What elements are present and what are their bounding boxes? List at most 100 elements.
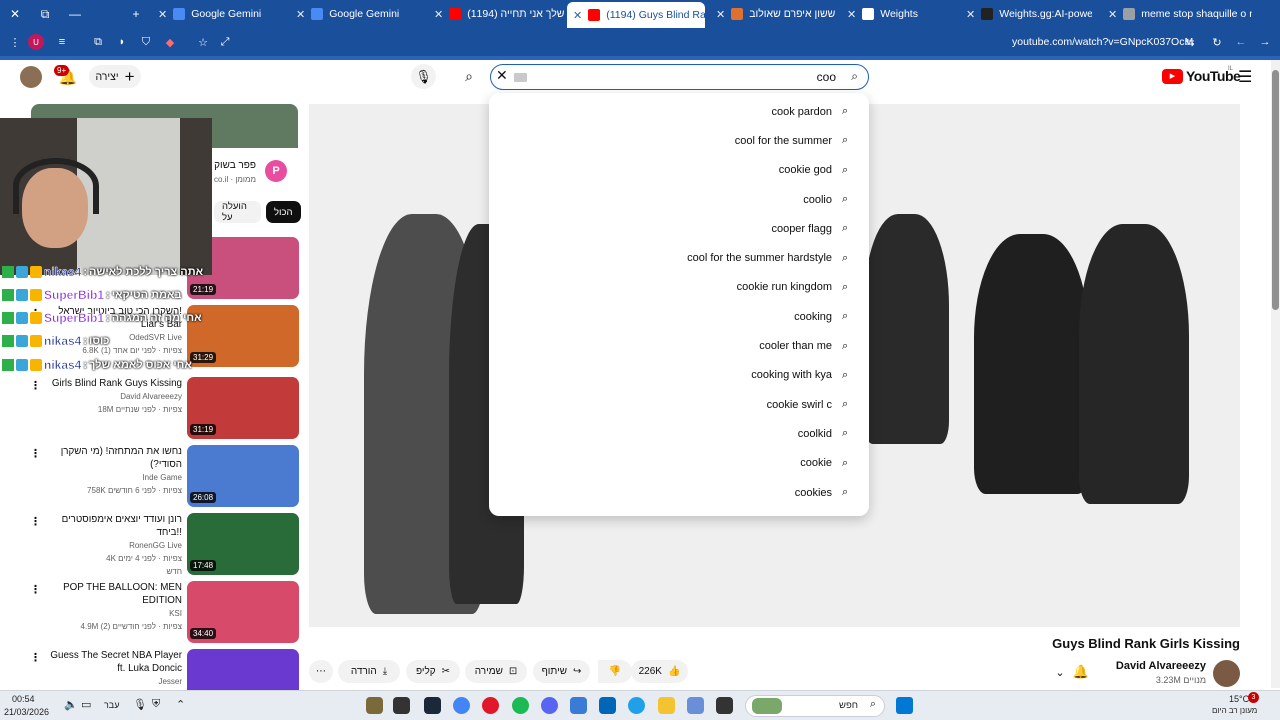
start-windows-icon[interactable] [896, 697, 913, 714]
browser-tab[interactable]: ✕ (1194) Guys Blind Rank G [567, 2, 705, 28]
related-video-item[interactable]: 26:08 ⋮ נחשו את המתחזה! (מי השקרן הסודי?) I… [0, 445, 300, 507]
share-button[interactable]: שיתוף ↪ [533, 660, 590, 683]
maximize-window-icon[interactable]: ⧉ [30, 0, 60, 28]
related-video-title[interactable]: רונן ועודד יוצאים אימפוסטרים ביחד!! [40, 513, 182, 539]
browser-tab[interactable]: ✕ Weights [841, 3, 945, 25]
related-video-item[interactable]: 34:40 ⋮ POP THE BALLOON: MEN EDITION KSI 4.9… [0, 581, 300, 643]
search-input[interactable]: ✕ coo ⌕ [490, 64, 869, 90]
steam-icon[interactable] [424, 697, 441, 714]
close-tab-icon[interactable]: ✕ [573, 9, 582, 22]
discord-icon[interactable] [541, 697, 558, 714]
close-tab-icon[interactable]: ✕ [158, 8, 167, 21]
search-suggestion[interactable]: cool for the summer hardstyle ⌕ [489, 243, 869, 272]
search-suggestion[interactable]: cooking ⌕ [489, 302, 869, 331]
taskbar-search[interactable]: חפש ⌕ [745, 695, 885, 717]
url-text[interactable]: youtube.com/watch?v=GNpcK037OcM [1012, 36, 1193, 48]
close-window-icon[interactable]: ✕ [0, 0, 30, 28]
chrome-icon[interactable] [453, 697, 470, 714]
search-suggestion[interactable]: cookie god ⌕ [489, 156, 869, 185]
network-icon[interactable]: ▭ [81, 698, 91, 711]
save-button[interactable]: שמירה ⊡ [465, 660, 527, 683]
browser-tab[interactable]: ✕ (1194) אני שלך אני תחייה [428, 3, 564, 25]
search-suggestion[interactable]: cookie swirl c ⌕ [489, 390, 869, 419]
dislike-button[interactable]: 👎 [598, 660, 632, 683]
file-explorer-icon[interactable] [658, 697, 675, 714]
chip-all[interactable]: הכול [266, 201, 301, 223]
edge-icon[interactable] [628, 697, 645, 714]
playlist-icon[interactable]: ≡ [52, 32, 72, 52]
search-suggestion[interactable]: cooper flagg ⌕ [489, 214, 869, 243]
volume-icon[interactable]: 🔈 [64, 698, 78, 711]
browser-tab[interactable]: ✕ meme stop shaquille o ne [1102, 3, 1252, 25]
related-video-channel[interactable]: David Alvareeezy [40, 390, 182, 403]
channel-avatar[interactable] [1213, 660, 1240, 687]
browser-tab[interactable]: ✕ Google Gemini [152, 3, 280, 25]
related-video-title[interactable]: Guess The Secret NBA Player ft. Luka Don… [40, 649, 182, 675]
create-button[interactable]: יצירה + [89, 65, 141, 88]
weather-temp[interactable]: 15°C [1229, 694, 1249, 704]
mic-tray-icon[interactable]: 🎙 [133, 698, 147, 711]
search-suggestion[interactable]: cook pardon ⌕ [489, 97, 869, 126]
related-video-title[interactable]: Girls Blind Rank Guys Kissing [40, 377, 182, 390]
close-tab-icon[interactable]: ✕ [1108, 8, 1117, 21]
security-tray-icon[interactable]: ⛨ [152, 698, 160, 711]
browser-tab[interactable]: ✕ ששון איפרם שאולוב - [710, 3, 838, 25]
chip-uploaded-by[interactable]: הועלה על [214, 201, 261, 223]
keyboard-icon[interactable] [514, 73, 527, 82]
minimize-window-icon[interactable]: — [60, 0, 90, 28]
forward-icon[interactable]: ← [1231, 32, 1251, 52]
more-icon[interactable]: ⋮ [5, 32, 25, 52]
search-button-icon[interactable]: ⌕ [452, 64, 486, 89]
close-tab-icon[interactable]: ✕ [847, 8, 856, 21]
shield-icon[interactable]: ⛉ [136, 32, 156, 52]
search-suggestion[interactable]: coolio ⌕ [489, 185, 869, 214]
spotify-icon[interactable] [512, 697, 529, 714]
search-suggestion[interactable]: cookie run kingdom ⌕ [489, 273, 869, 302]
voice-search-mic-icon[interactable]: 🎙 [411, 64, 436, 89]
related-video-channel[interactable]: Inde Game [40, 471, 182, 484]
related-video-channel[interactable]: RonenGG Live [40, 539, 182, 552]
search-suggestion[interactable]: cookie ⌕ [489, 449, 869, 478]
clock-date[interactable]: 21/03/2026 [4, 707, 49, 717]
chevron-up-icon[interactable]: ⌃ [176, 698, 185, 711]
clip-button[interactable]: קליפ ✂ [406, 660, 460, 683]
close-tab-icon[interactable]: ✕ [434, 8, 443, 21]
related-video-item[interactable]: 31:19 ⋮ Girls Blind Rank Guys Kissing David… [0, 377, 300, 439]
reader-icon[interactable]: ⇆ [1180, 32, 1200, 52]
related-video-item[interactable]: 17:48 ⋮ רונן ועודד יוצאים אימפוסטרים ביחד!… [0, 513, 300, 576]
pin-icon[interactable]: ◆ [160, 32, 180, 52]
scrollbar-thumb[interactable] [1272, 70, 1279, 310]
hamburger-menu-icon[interactable]: ☰ [1238, 67, 1252, 87]
clock-time[interactable]: 00:54 [12, 694, 35, 704]
app-icon-8[interactable] [570, 697, 587, 714]
subscribe-bell-icon[interactable]: 🔔 [1069, 661, 1093, 683]
channel-name[interactable]: David Alvareeezy [1080, 660, 1206, 672]
bookmark-star-icon[interactable]: ☆ [193, 32, 213, 52]
search-suggestion[interactable]: cooler than me ⌕ [489, 331, 869, 360]
clear-search-icon[interactable]: ✕ [496, 67, 508, 84]
app-icon-12[interactable] [687, 697, 704, 714]
chevron-down-icon[interactable]: ⌄ [1050, 661, 1070, 683]
store-icon[interactable] [599, 697, 616, 714]
like-button[interactable]: 226K 👍 [631, 660, 688, 683]
app-icon-1[interactable] [366, 697, 383, 714]
extension-icon[interactable]: U [28, 34, 44, 50]
reload-icon[interactable]: ↻ [1207, 32, 1227, 52]
related-video-channel[interactable]: KSI [40, 607, 182, 620]
search-input-value[interactable]: coo [817, 70, 836, 84]
weather-text[interactable]: מעונן רב היום [1212, 706, 1257, 715]
screenshot-icon[interactable]: ⤢ [215, 32, 235, 52]
related-video-title[interactable]: POP THE BALLOON: MEN EDITION [40, 581, 182, 607]
opera-icon[interactable] [482, 697, 499, 714]
related-video-title[interactable]: נחשו את המתחזה! (מי השקרן הסודי?) [40, 445, 182, 471]
browser-tab[interactable]: ✕ Weights.gg:AI-powered p [960, 3, 1092, 25]
related-video-channel[interactable]: Jesser [40, 675, 182, 688]
browser-tab[interactable]: ✕ Google Gemini [290, 3, 418, 25]
search-suggestion[interactable]: coolkid ⌕ [489, 419, 869, 448]
close-tab-icon[interactable]: ✕ [716, 8, 725, 21]
new-tab-button[interactable]: + [121, 0, 151, 28]
search-suggestion[interactable]: cookies ⌕ [489, 478, 869, 507]
close-tab-icon[interactable]: ✕ [296, 8, 305, 21]
wifi-icon[interactable]: ◗ [112, 32, 132, 52]
close-tab-icon[interactable]: ✕ [966, 8, 975, 21]
